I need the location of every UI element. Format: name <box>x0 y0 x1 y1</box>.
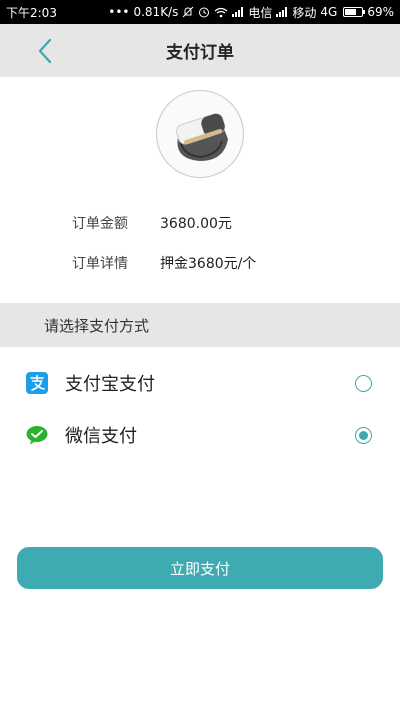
signal-icon <box>232 7 244 17</box>
status-indicators: ••• 0.81K/s 电信 移动 4G 69% <box>108 4 394 21</box>
order-amount-label: 订单金额 <box>72 216 128 232</box>
back-button[interactable] <box>30 36 60 66</box>
page-title: 支付订单 <box>166 43 234 63</box>
carrier-1: 电信 <box>248 5 273 20</box>
alarm-icon <box>198 6 210 18</box>
wechat-label: 微信支付 <box>65 426 137 447</box>
wechat-radio[interactable] <box>355 426 372 444</box>
mute-icon <box>182 6 194 18</box>
network-type: 4G <box>320 5 338 19</box>
network-speed: 0.81K/s <box>133 5 179 19</box>
alipay-radio[interactable] <box>355 374 372 392</box>
alipay-icon <box>26 372 48 394</box>
chevron-left-icon <box>38 38 52 64</box>
order-detail-label: 订单详情 <box>72 256 128 272</box>
payment-method-header: 请选择支付方式 <box>0 303 400 347</box>
payment-method-title: 请选择支付方式 <box>44 316 150 335</box>
battery-percent: 69% <box>367 5 394 19</box>
wechat-icon <box>26 424 48 446</box>
status-bar: 下午2:03 ••• 0.81K/s 电信 移动 4G 69% <box>0 0 400 24</box>
order-detail-value: 押金3680元/个 <box>160 256 257 272</box>
order-amount-row: 订单金额 3680.00元 <box>72 213 232 233</box>
status-time: 下午2:03 <box>6 5 57 20</box>
carrier-2: 移动 <box>292 5 317 20</box>
order-amount-value: 3680.00元 <box>160 216 232 232</box>
pay-now-button[interactable]: 立即支付 <box>17 547 383 589</box>
signal-hd-icon <box>276 7 288 17</box>
wifi-icon <box>214 7 228 18</box>
payment-option-alipay[interactable]: 支付宝支付 <box>0 358 400 408</box>
order-detail-row: 订单详情 押金3680元/个 <box>72 253 256 273</box>
header: 支付订单 <box>0 24 400 77</box>
device-icon <box>176 113 228 161</box>
dots-icon: ••• <box>108 5 130 19</box>
alipay-label: 支付宝支付 <box>65 374 155 395</box>
product-image <box>156 90 244 178</box>
payment-option-wechat[interactable]: 微信支付 <box>0 410 400 460</box>
battery-icon <box>343 7 366 17</box>
